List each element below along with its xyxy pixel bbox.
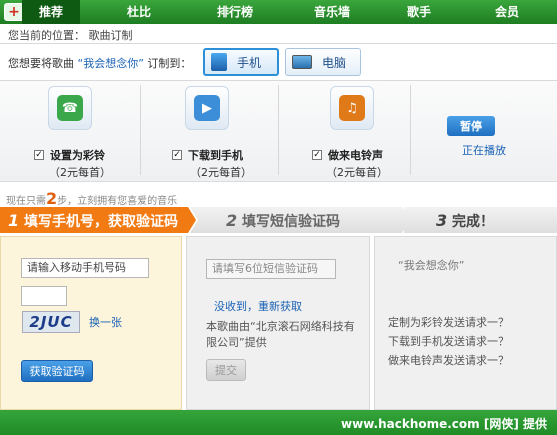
option-ringtone-checkbox[interactable]: ✓ xyxy=(312,150,322,160)
nav-tab-music-wall[interactable]: 音乐墙 xyxy=(297,0,367,24)
computer-icon xyxy=(292,55,312,69)
option-download-label: 下载到手机 xyxy=(188,149,243,162)
download-play-icon: ▶ xyxy=(185,86,229,130)
divider xyxy=(0,43,557,44)
captcha-input[interactable] xyxy=(21,286,67,306)
provider-text: 本歌曲由“北京滚石网络科技有限公司”提供 xyxy=(206,320,355,349)
prompt-after: 订制到： xyxy=(147,57,192,70)
submit-button[interactable]: 提交 xyxy=(206,359,246,381)
slogan-step-count: 2 xyxy=(46,189,58,208)
slogan-after: 步，立刻拥有您喜爱的音乐 xyxy=(57,196,178,207)
device-phone-button[interactable]: 手机 xyxy=(203,48,279,76)
music-note-icon: ♫ xyxy=(330,86,374,130)
reget-code-link[interactable]: 重新获取 xyxy=(258,300,302,313)
option-download-price: （2元每首） xyxy=(190,166,252,179)
step-bar: 1 填写手机号，获取验证码 2 填写短信验证码 3 完成！ xyxy=(0,207,557,233)
slogan-before: 现在只需 xyxy=(6,196,46,207)
step-1-text: 填写手机号，获取验证码 xyxy=(24,214,179,230)
step-2-text: 填写短信验证码 xyxy=(242,214,341,230)
step-3-song: “我会想念你” xyxy=(398,259,465,272)
not-received-label: 没收到， xyxy=(214,300,258,313)
step-3-line-ringback: 定制为彩铃发送请求一？ xyxy=(388,316,509,329)
not-received-text: 没收到，重新获取 xyxy=(214,298,302,314)
device-computer-button[interactable]: 电脑 xyxy=(285,48,361,76)
sms-code-input[interactable]: 请填写6位短信验证码 xyxy=(206,259,336,279)
prompt-song: “我会想念你” xyxy=(77,57,144,70)
prompt-before: 您想要将歌曲 xyxy=(8,57,74,70)
option-ringtone-label: 做来电铃声 xyxy=(328,149,383,162)
step-3-line-download: 下载到手机发送请求一？ xyxy=(388,335,509,348)
captcha-image: 2JUC xyxy=(22,311,80,333)
device-computer-label: 电脑 xyxy=(322,55,347,70)
logo-plus-icon: + xyxy=(4,3,24,21)
get-code-button[interactable]: 获取验证码 xyxy=(21,360,93,382)
divider xyxy=(410,85,411,175)
nav-tab-dolby[interactable]: 杜比 xyxy=(110,0,168,24)
option-ringback-price: （2元每首） xyxy=(49,166,111,179)
refresh-captcha-link[interactable]: 换一张 xyxy=(89,314,122,330)
option-ringtone-price: （2元每首） xyxy=(326,166,388,179)
nav-tab-recommend[interactable]: 推荐 xyxy=(22,0,80,24)
step-3: 3 完成！ xyxy=(404,207,557,233)
step-2: 2 填写短信验证码 xyxy=(190,207,410,233)
footer-watermark: www.hackhome.com [网侠] 提供 xyxy=(341,417,547,431)
footer-bar: www.hackhome.com [网侠] 提供 xyxy=(0,410,557,435)
option-download-checkbox[interactable]: ✓ xyxy=(172,150,182,160)
ringback-icon: ☎ xyxy=(48,86,92,130)
step-1: 1 填写手机号，获取验证码 xyxy=(0,207,196,233)
device-phone-label: 手机 xyxy=(237,55,262,70)
step-1-number: 1 xyxy=(8,211,20,230)
breadcrumb: 您当前的位置： 歌曲订制 xyxy=(8,29,133,42)
step-3-text: 完成！ xyxy=(452,214,495,230)
top-nav: + 推荐 杜比 排行榜 音乐墙 歌手 会员 xyxy=(0,0,557,24)
divider xyxy=(140,85,141,175)
nav-tab-charts[interactable]: 排行榜 xyxy=(200,0,270,24)
playback-status: 正在播放 xyxy=(462,144,506,157)
pause-button[interactable]: 暂停 xyxy=(447,116,495,136)
customize-prompt: 您想要将歌曲 “我会想念你” 订制到： xyxy=(8,55,191,71)
step-3-number: 3 xyxy=(436,211,448,230)
nav-tab-singers[interactable]: 歌手 xyxy=(390,0,448,24)
nav-tab-vip[interactable]: 会员 xyxy=(478,0,536,24)
divider xyxy=(278,85,279,175)
option-ringback-label: 设置为彩铃 xyxy=(50,149,105,162)
phone-icon xyxy=(211,53,227,71)
slogan: 现在只需2步，立刻拥有您喜爱的音乐 xyxy=(6,189,177,208)
option-ringback-checkbox[interactable]: ✓ xyxy=(34,150,44,160)
step-3-line-ringtone: 做来电铃声发送请求一？ xyxy=(388,354,509,367)
step-2-number: 2 xyxy=(226,211,238,230)
phone-number-input[interactable]: 请输入移动手机号码 xyxy=(21,258,149,278)
